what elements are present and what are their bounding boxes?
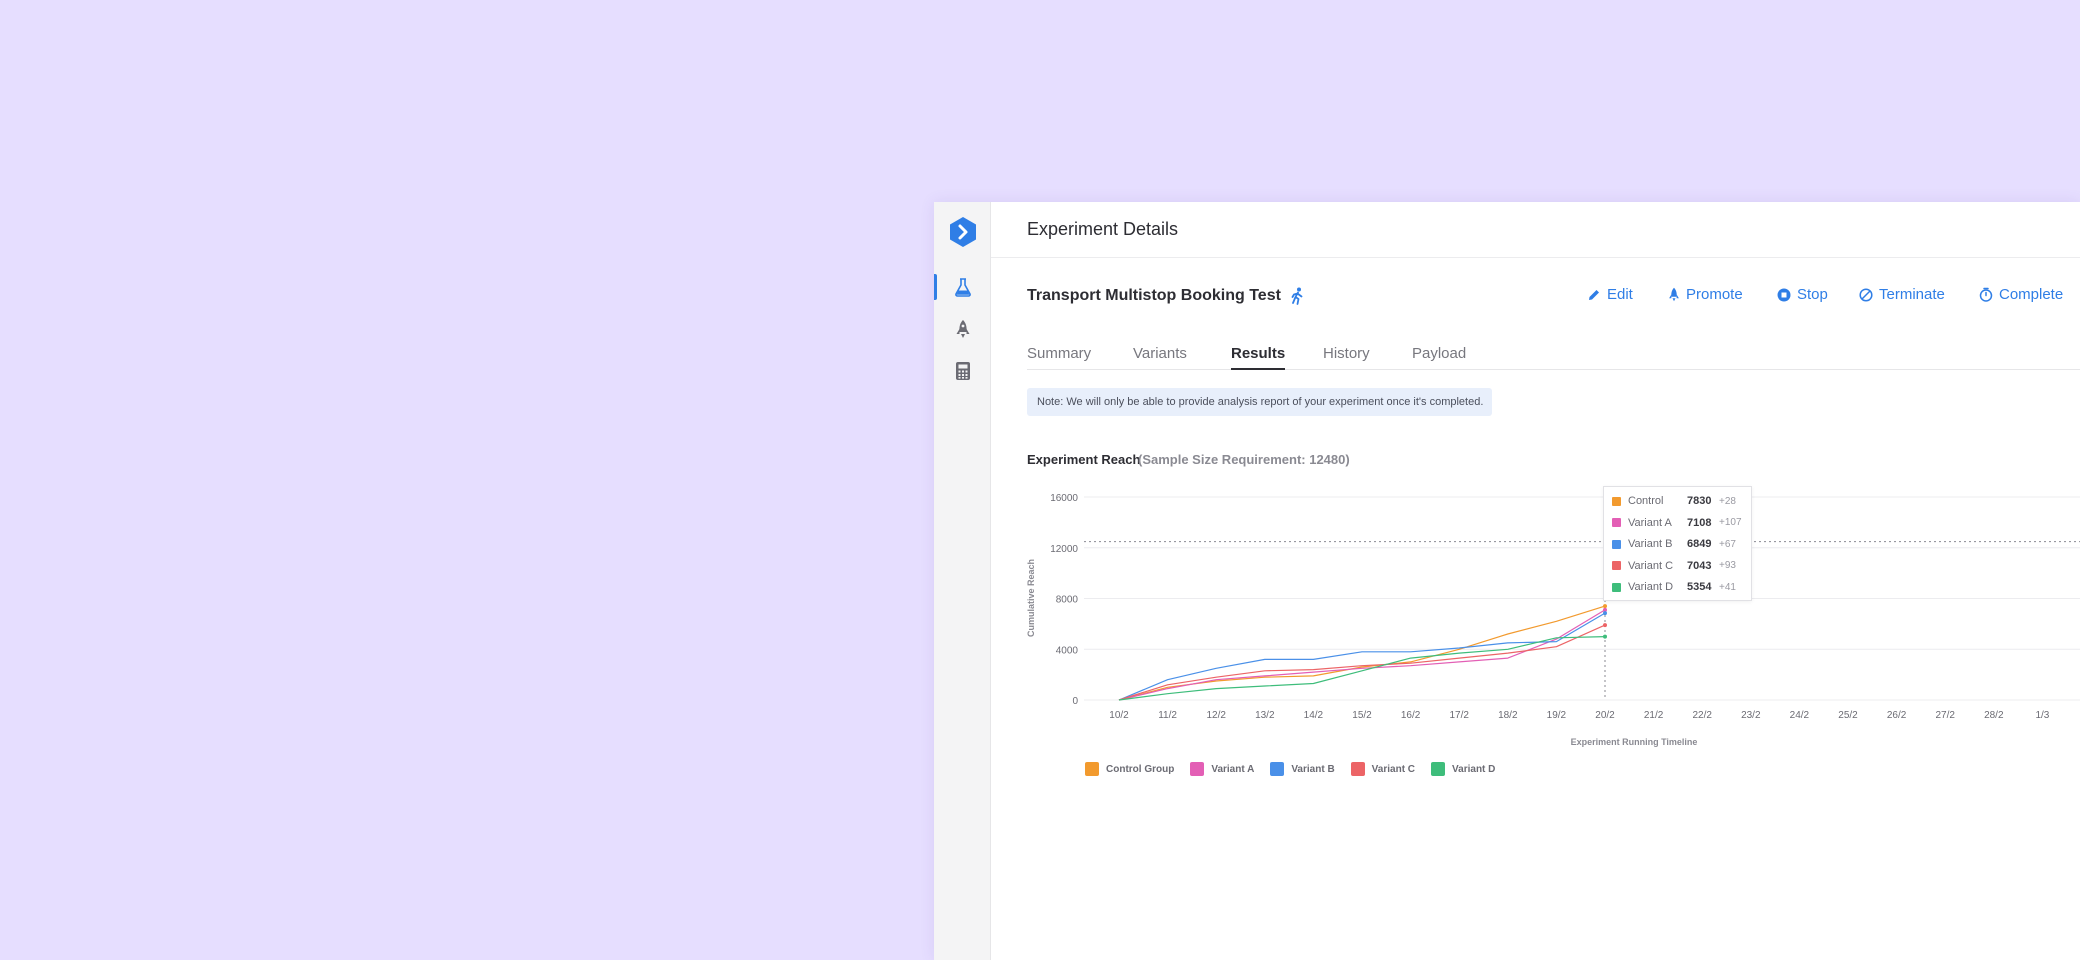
tooltip-delta: +41 — [1719, 581, 1736, 593]
tooltip-value: 7108 — [1687, 516, 1712, 529]
x-tick-label: 18/2 — [1498, 710, 1518, 721]
series-point-control-group — [1603, 604, 1607, 609]
legend-label: Variant A — [1211, 763, 1255, 775]
x-tick-label: 19/2 — [1547, 710, 1567, 721]
app-window: Experiment Details Transport Multistop B… — [934, 202, 2080, 960]
series-line-control-group — [1118, 605, 1606, 701]
tooltip-series-name: Variant A — [1628, 516, 1672, 529]
series-point-variant-b — [1603, 611, 1607, 616]
x-tick-label: 21/2 — [1644, 710, 1664, 721]
tooltip-series-name: Variant B — [1628, 538, 1673, 550]
x-tick-label: 24/2 — [1790, 710, 1810, 721]
tooltip-delta: +107 — [1719, 517, 1742, 528]
x-tick-label: 15/2 — [1352, 710, 1372, 721]
x-tick-label: 22/2 — [1692, 710, 1712, 721]
tooltip-series-name: Variant C — [1628, 559, 1674, 572]
legend-item-control-group[interactable]: Control Group — [1085, 762, 1174, 776]
tooltip-value: 7043 — [1687, 559, 1712, 572]
x-tick-label: 23/2 — [1741, 710, 1761, 721]
reach-chart: 0 4000 8000 12000 16000 10/2 11/2 12/2 13/2 14/2 1… — [1026, 493, 2080, 747]
x-tick-label: 16/2 — [1401, 710, 1421, 721]
tooltip-swatch — [1612, 518, 1621, 527]
x-tick-label: 14/2 — [1304, 710, 1324, 721]
legend-label: Variant B — [1291, 763, 1335, 775]
x-tick-label: 27/2 — [1935, 710, 1955, 721]
tooltip-series-name: Variant D — [1628, 581, 1674, 593]
x-tick-label: 11/2 — [1158, 710, 1177, 721]
tooltip-row-variant-b: Variant B 6849 +67 — [1612, 537, 1750, 551]
y-axis-label: Cumulative Reach — [1026, 559, 1036, 637]
x-tick-label: 20/2 — [1595, 710, 1615, 721]
tooltip-delta: +28 — [1719, 495, 1736, 507]
legend-label: Control Group — [1106, 763, 1175, 775]
series-line-variant-b — [1118, 612, 1606, 701]
y-tick-label: 4000 — [1056, 645, 1079, 656]
series-point-variant-c — [1603, 623, 1607, 628]
x-tick-label: 25/2 — [1838, 710, 1858, 721]
x-tick-label: 1/3 — [2035, 710, 2049, 721]
legend-swatch — [1431, 762, 1446, 776]
legend-swatch — [1190, 762, 1205, 776]
legend-item-variant-a[interactable]: Variant A — [1190, 762, 1254, 776]
x-tick-label: 17/2 — [1449, 710, 1469, 721]
chart-tooltip: Control 7830 +28 Variant A 7108 +107 Var… — [1603, 486, 1752, 601]
tooltip-value: 7830 — [1687, 495, 1712, 507]
tooltip-value: 6849 — [1687, 538, 1712, 550]
y-tick-label: 8000 — [1056, 595, 1079, 606]
tooltip-series-name: Control — [1628, 495, 1664, 507]
legend-swatch — [1085, 762, 1099, 776]
legend-label: Variant D — [1452, 763, 1496, 775]
tooltip-row-control: Control 7830 +28 — [1612, 494, 1750, 508]
legend-item-variant-b[interactable]: Variant B — [1270, 762, 1335, 776]
tooltip-row-variant-c: Variant C 7043 +93 — [1612, 559, 1750, 573]
tooltip-delta: +67 — [1719, 538, 1736, 550]
tooltip-delta: +93 — [1719, 560, 1736, 571]
tooltip-swatch — [1612, 496, 1621, 506]
legend-swatch — [1350, 762, 1365, 776]
legend-label: Variant C — [1371, 763, 1416, 775]
x-tick-label: 10/2 — [1109, 710, 1129, 721]
x-tick-label: 12/2 — [1206, 710, 1226, 721]
series-point-variant-d — [1603, 634, 1607, 639]
x-tick-label: 13/2 — [1255, 710, 1275, 721]
tooltip-swatch — [1612, 561, 1621, 570]
tooltip-swatch — [1612, 539, 1621, 549]
x-tick-label: 28/2 — [1984, 710, 2004, 721]
x-tick-label: 26/2 — [1887, 710, 1907, 721]
legend-item-variant-c[interactable]: Variant C — [1350, 762, 1416, 776]
tooltip-value: 5354 — [1687, 581, 1712, 593]
legend-swatch — [1270, 762, 1285, 776]
y-tick-label: 0 — [1072, 696, 1078, 707]
tooltip-row-variant-a: Variant A 7108 +107 — [1612, 516, 1750, 530]
chart-legend: Control Group Variant A Variant B Varian… — [1085, 762, 1495, 776]
legend-item-variant-d[interactable]: Variant D — [1431, 762, 1495, 776]
series-line-variant-c — [1118, 624, 1606, 701]
y-tick-label: 12000 — [1050, 544, 1078, 555]
x-axis-label: Experiment Running Timeline — [1571, 737, 1698, 747]
y-tick-label: 16000 — [1050, 493, 1078, 504]
tooltip-swatch — [1612, 582, 1621, 592]
series-line-variant-a — [1118, 609, 1606, 701]
tooltip-row-variant-d: Variant D 5354 +41 — [1612, 580, 1750, 594]
